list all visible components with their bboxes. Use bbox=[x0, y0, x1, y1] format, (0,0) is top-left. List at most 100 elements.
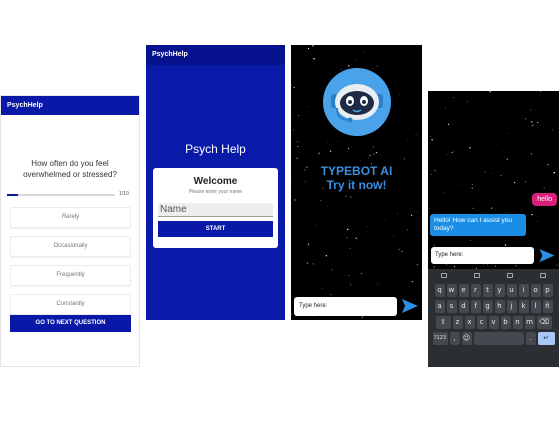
keyboard-row-3: ⇧ zxcvbnm ⌫ bbox=[428, 316, 559, 329]
message-input[interactable]: Type here: bbox=[431, 247, 534, 264]
star bbox=[305, 134, 307, 136]
keyboard-row-3-letters: zxcvbnm bbox=[452, 316, 536, 329]
space-key[interactable] bbox=[473, 332, 524, 345]
star bbox=[484, 171, 486, 173]
star bbox=[348, 148, 350, 150]
comma-key[interactable]: , bbox=[449, 332, 460, 345]
key-a[interactable]: a bbox=[434, 300, 445, 313]
star bbox=[392, 235, 394, 236]
star bbox=[308, 106, 310, 108]
star bbox=[373, 146, 374, 148]
chat-screen: hello Hello! How can I assist you today?… bbox=[428, 91, 559, 367]
star bbox=[398, 248, 400, 250]
star bbox=[530, 109, 532, 111]
option-constantly[interactable]: Constantly bbox=[10, 294, 131, 315]
key-r[interactable]: r bbox=[470, 284, 481, 297]
send-icon[interactable] bbox=[538, 248, 556, 263]
send-icon[interactable] bbox=[401, 298, 419, 314]
star bbox=[407, 201, 409, 202]
key-t[interactable]: t bbox=[482, 284, 493, 297]
key-s[interactable]: s bbox=[446, 300, 457, 313]
key-x[interactable]: x bbox=[464, 316, 475, 329]
option-frequently[interactable]: Frequently bbox=[10, 265, 131, 286]
period-key[interactable]: . bbox=[525, 332, 536, 345]
key-n[interactable]: n bbox=[512, 316, 523, 329]
key-q[interactable]: q bbox=[434, 284, 445, 297]
name-input[interactable]: Name bbox=[158, 203, 273, 217]
clipboard-icon[interactable] bbox=[506, 272, 513, 278]
star bbox=[369, 154, 371, 157]
key-u[interactable]: u bbox=[506, 284, 517, 297]
star bbox=[312, 263, 314, 265]
progress-fill bbox=[7, 194, 18, 196]
brand-text: TYPEBOT AI Try it now! bbox=[291, 164, 422, 192]
key-w[interactable]: w bbox=[446, 284, 457, 297]
key-e[interactable]: e bbox=[458, 284, 469, 297]
key-i[interactable]: i bbox=[518, 284, 529, 297]
key-z[interactable]: z bbox=[452, 316, 463, 329]
star bbox=[489, 91, 491, 93]
star bbox=[292, 112, 294, 113]
star bbox=[466, 179, 467, 181]
card-title: Welcome bbox=[193, 176, 238, 187]
enter-key[interactable]: ↵ bbox=[537, 332, 555, 345]
microphone-icon[interactable] bbox=[539, 272, 546, 278]
next-question-button[interactable]: GO TO NEXT QUESTION bbox=[10, 315, 131, 332]
star bbox=[294, 199, 296, 201]
key-g[interactable]: g bbox=[482, 300, 493, 313]
start-button[interactable]: START bbox=[158, 221, 273, 237]
key-j[interactable]: j bbox=[506, 300, 517, 313]
key-b[interactable]: b bbox=[500, 316, 511, 329]
shift-key[interactable]: ⇧ bbox=[435, 316, 451, 329]
key-c[interactable]: c bbox=[476, 316, 487, 329]
answer-options: Rarely Occasionally Frequently Constantl… bbox=[10, 207, 131, 323]
brand-tagline: Try it now! bbox=[326, 178, 387, 192]
star bbox=[513, 181, 516, 184]
key-m[interactable]: m bbox=[524, 316, 535, 329]
emoji-key[interactable]: ☺ bbox=[461, 332, 472, 345]
key-l[interactable]: l bbox=[530, 300, 541, 313]
star bbox=[359, 160, 361, 162]
key-o[interactable]: o bbox=[530, 284, 541, 297]
option-rarely[interactable]: Rarely bbox=[10, 207, 131, 228]
star bbox=[433, 266, 435, 268]
star bbox=[293, 86, 295, 89]
card-hint: Please enter your name bbox=[188, 189, 243, 195]
key-f[interactable]: f bbox=[470, 300, 481, 313]
option-occasionally[interactable]: Occasionally bbox=[10, 236, 131, 257]
star bbox=[428, 208, 430, 210]
star bbox=[361, 316, 363, 318]
star bbox=[487, 263, 488, 265]
star bbox=[367, 226, 369, 228]
star bbox=[485, 196, 486, 197]
symbols-key[interactable]: ?123 bbox=[432, 332, 448, 345]
key-y[interactable]: y bbox=[494, 284, 505, 297]
star bbox=[537, 220, 539, 222]
apps-icon[interactable] bbox=[441, 272, 448, 278]
star bbox=[299, 142, 300, 144]
star bbox=[330, 294, 332, 296]
key-h[interactable]: h bbox=[494, 300, 505, 313]
star bbox=[363, 51, 364, 52]
star bbox=[537, 122, 539, 124]
bot-message-bubble: Hello! How can I assist you today? bbox=[430, 214, 526, 236]
emoji-sticker-icon[interactable] bbox=[474, 272, 481, 278]
star bbox=[349, 247, 351, 249]
progress-bar bbox=[7, 194, 115, 196]
star bbox=[370, 150, 372, 151]
backspace-key[interactable]: ⌫ bbox=[536, 316, 552, 329]
key-ñ[interactable]: ñ bbox=[542, 300, 553, 313]
keyboard-row-1: qwertyuiop bbox=[428, 284, 559, 297]
key-v[interactable]: v bbox=[488, 316, 499, 329]
key-k[interactable]: k bbox=[518, 300, 529, 313]
app-bar-title: PsychHelp bbox=[1, 96, 139, 115]
star bbox=[292, 129, 295, 131]
key-d[interactable]: d bbox=[458, 300, 469, 313]
page-title: Psych Help bbox=[185, 142, 246, 156]
star bbox=[401, 250, 403, 253]
message-input[interactable]: Type here: bbox=[294, 297, 397, 316]
star bbox=[355, 237, 357, 239]
star bbox=[431, 139, 433, 141]
key-p[interactable]: p bbox=[542, 284, 553, 297]
star bbox=[345, 195, 347, 197]
